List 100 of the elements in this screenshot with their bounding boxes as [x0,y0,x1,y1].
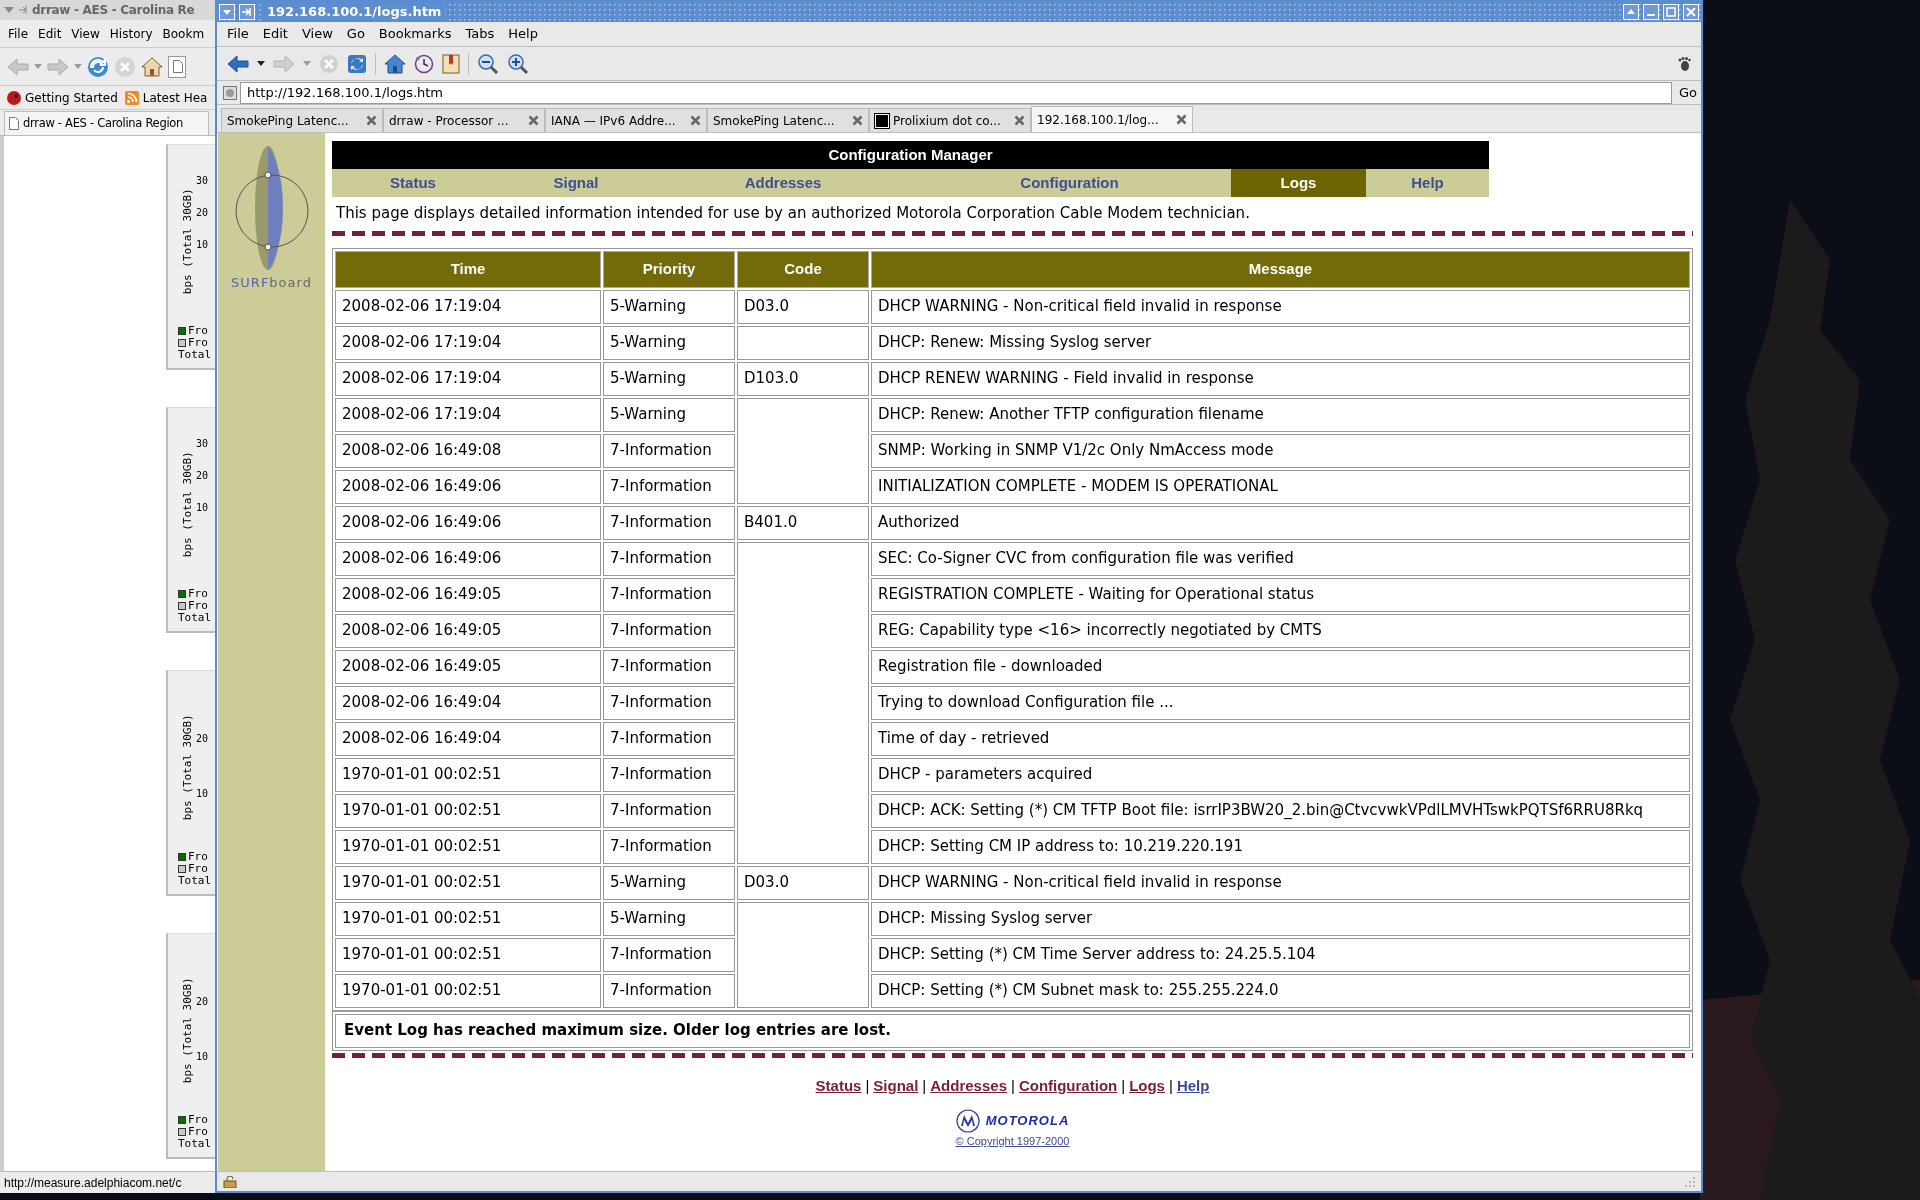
axis-label: bps (Total 30GB) [179,187,195,297]
address-field[interactable]: http://192.168.100.1/logs.htm [240,81,1672,104]
window-title: drraw - AES - Carolina Re [32,2,195,19]
legend-label: Fro [188,1112,208,1127]
clock-icon[interactable] [414,53,434,74]
pin-icon[interactable] [18,5,28,15]
axis-label: bps (Total 30GB) [179,976,195,1086]
table-cell: DHCP: Renew: Missing Syslog server [871,325,1690,360]
footer-link[interactable]: Status [815,1074,862,1097]
close-icon[interactable] [528,115,539,126]
column-header: Time [335,250,601,288]
browser-tab[interactable]: drraw - AES - Carolina Region [4,111,209,135]
browser-tab[interactable]: Prolixium dot co... [869,108,1031,132]
bookmark-item[interactable]: Getting Started [6,88,118,107]
close-icon[interactable] [690,115,701,126]
legend-label: Total [178,610,212,626]
menu-item[interactable]: Go [346,24,365,44]
table-cell: INITIALIZATION COMPLETE - MODEM IS OPERATIONAL [871,469,1690,504]
window-menu-icon[interactable] [4,6,14,14]
table-cell: 1970-01-01 00:02:51 [335,937,601,972]
nav-tab[interactable]: Signal [494,169,658,197]
table-cell: 2008-02-06 17:19:04 [335,289,601,324]
table-cell: SEC: Co-Signer CVC from configuration file was verified [871,541,1690,576]
reload-icon[interactable] [347,53,367,74]
menu-item[interactable]: Help [508,24,538,44]
minimize-icon[interactable] [1643,4,1659,20]
tick-label: 20 [196,469,209,483]
nav-tab[interactable]: Status [332,169,494,197]
browser-tab[interactable]: SmokePing Latenc... [707,108,869,132]
tick-label: 30 [196,437,209,451]
table-cell: 5-Warning [603,865,735,900]
bookmark-item[interactable]: Latest Hea [123,88,208,107]
footer-link[interactable]: Addresses [930,1074,1007,1097]
legend-label: Fro [188,335,208,350]
address-field[interactable] [168,55,186,78]
table-cell: DHCP RENEW WARNING - Field invalid in response [871,361,1690,396]
reload-icon[interactable] [86,54,110,79]
home-icon[interactable] [384,53,406,74]
maximize-icon[interactable] [1663,4,1679,20]
menu-item[interactable]: File [227,24,249,44]
menu-item[interactable]: Tabs [465,24,495,44]
nav-tab[interactable]: Addresses [658,169,908,197]
table-cell: 7-Information [603,505,735,540]
menu-item[interactable]: File [8,24,29,43]
footer-link[interactable]: Logs [1129,1074,1165,1097]
menu-item[interactable]: View [71,24,100,43]
caret-icon[interactable] [257,60,265,67]
table-cell: DHCP - parameters acquired [871,757,1690,792]
menu-item[interactable]: Bookmarks [378,24,452,44]
table-cell: DHCP: Missing Syslog server [871,901,1690,936]
table-cell: 1970-01-01 00:02:51 [335,757,601,792]
separator-text: | [865,1075,870,1096]
legend-label: Fro [188,1124,208,1139]
shade-icon[interactable] [1623,4,1639,20]
close-icon[interactable] [1014,115,1025,126]
table-cell: 1970-01-01 00:02:51 [335,901,601,936]
nav-tab[interactable]: Logs [1231,169,1366,197]
separator-text: | [1011,1075,1015,1096]
browser-tab[interactable]: SmokePing Latenc... [221,108,383,132]
nav-tab[interactable]: Help [1366,169,1489,197]
zoom-in-icon[interactable] [507,52,529,75]
browser-tab[interactable]: drraw - Processor ... [383,108,545,132]
bookmark-icon[interactable] [442,53,460,74]
zoom-out-icon[interactable] [477,52,499,75]
table-cell: 7-Information [603,973,735,1008]
table-cell: DHCP: Setting CM IP address to: 10.219.220.191 [871,829,1690,864]
nav-tab[interactable]: Configuration [908,169,1231,197]
footer-link[interactable]: Configuration [1018,1074,1118,1097]
table-cell: Trying to download Configuration file ... [871,685,1690,720]
legend-label: Fro [188,598,208,613]
close-icon[interactable] [852,115,863,126]
back-arrow-icon[interactable] [227,53,249,74]
browser-tab[interactable]: IANA — IPv6 Addre... [545,108,707,132]
resize-grip-icon[interactable] [1685,1176,1695,1187]
tick-label: 20 [196,206,209,220]
separator-text: | [1168,1075,1173,1096]
menu-item[interactable]: History [109,24,153,43]
table-cell: 7-Information [603,577,735,612]
table-cell: 2008-02-06 16:49:05 [335,577,601,612]
intro-text: This page displays detailed information intended for use by an authorized Motorola Corporation Cable Modem technician. [336,203,1251,224]
table-cell: DHCP WARNING - Non-critical field invalid in response [871,865,1690,900]
table-cell: 5-Warning [603,289,735,324]
legend-label: Fro [188,861,208,876]
menu-item[interactable]: View [301,24,333,44]
footer-link[interactable]: Signal [873,1074,919,1097]
menu-item[interactable]: Edit [262,24,288,44]
close-icon[interactable] [366,115,377,126]
browser-tab[interactable]: 192.168.100.1/log... [1031,106,1193,132]
legend-label: Fro [188,586,208,601]
table-cell: 1970-01-01 00:02:51 [335,865,601,900]
go-button[interactable]: Go [1674,81,1701,104]
window-menu-icon[interactable] [219,4,235,20]
menu-item[interactable]: Edit [38,24,62,43]
menu-item[interactable]: Bookm [162,24,205,43]
home-icon[interactable] [140,55,164,78]
table-cell: 2008-02-06 16:49:06 [335,469,601,504]
close-icon[interactable] [1176,114,1187,125]
footer-link[interactable]: Help [1176,1074,1210,1097]
copyright-link[interactable]: © Copyright 1997-2000 [955,1133,1070,1150]
legend-label: Fro [188,849,208,864]
